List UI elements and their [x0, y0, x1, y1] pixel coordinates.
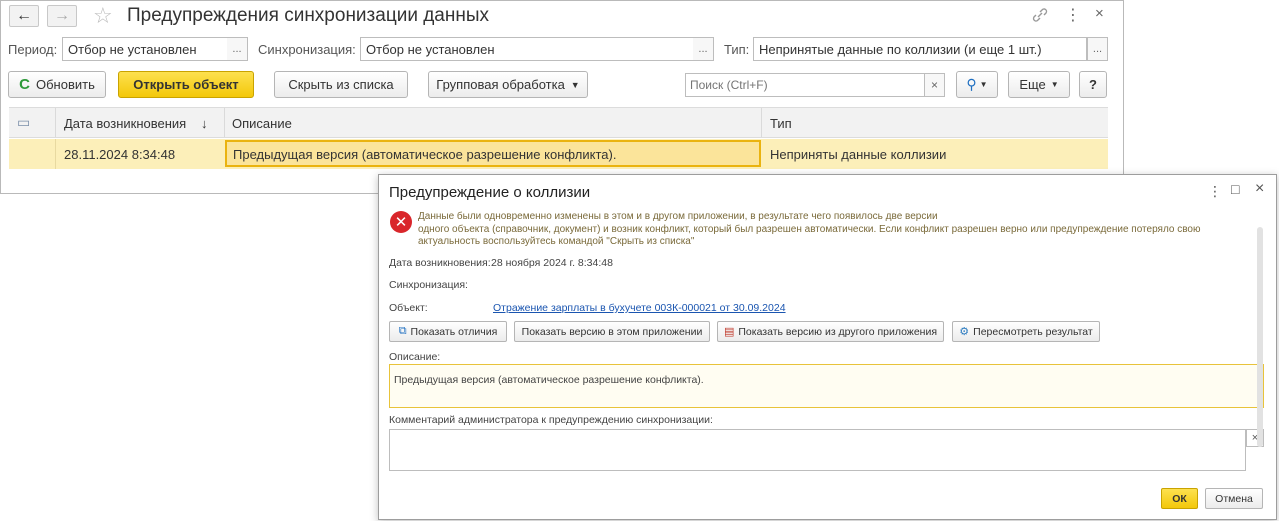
warning-text: Данные были одновременно изменены в этом… [418, 211, 1201, 247]
dialog-title: Предупреждение о коллизии [389, 184, 591, 201]
description-label: Описание: [389, 351, 441, 363]
link-icon[interactable] [1031, 7, 1049, 23]
show-other-version-button[interactable]: ▤ Показать версию из другого приложения [717, 321, 944, 342]
group-processing-button[interactable]: Групповая обработка ▼ [428, 71, 588, 98]
comment-column-icon[interactable]: ▭ [17, 114, 30, 131]
table-row[interactable]: 28.11.2024 8:34:48 Предыдущая версия (ав… [9, 139, 1108, 169]
close-icon[interactable]: × [1255, 180, 1264, 198]
close-icon[interactable]: × [1095, 5, 1104, 22]
type-select-button[interactable]: ... [1087, 37, 1108, 61]
maximize-icon[interactable]: □ [1231, 181, 1239, 197]
arrow-left-icon: ← [16, 7, 32, 24]
date-label: Дата возникновения: [389, 257, 491, 269]
caret-down-icon: ▼ [1050, 80, 1059, 89]
period-field[interactable]: Отбор не установлен [62, 37, 228, 61]
column-header-description[interactable]: Описание [232, 116, 292, 131]
search-options-button[interactable]: ⚲ ▼ [956, 71, 998, 98]
more-vert-icon[interactable]: ⋮ [1065, 5, 1081, 25]
page-title: Предупреждения синхронизации данных [127, 5, 490, 26]
sync-label: Синхронизация: [258, 42, 356, 57]
period-select-button[interactable]: ... [227, 37, 248, 61]
sync-field[interactable]: Отбор не установлен [360, 37, 694, 61]
refresh-button[interactable]: C Обновить [8, 71, 106, 98]
type-field[interactable]: Непринятые данные по коллизии (и еще 1 ш… [753, 37, 1087, 61]
back-button[interactable]: ← [9, 5, 39, 27]
more-button[interactable]: Еще ▼ [1008, 71, 1070, 98]
document-icon: ▤ [723, 326, 735, 338]
period-label: Период: [8, 42, 58, 57]
column-header-date[interactable]: Дата возникновения [64, 116, 186, 131]
scrollbar[interactable] [1257, 227, 1263, 447]
sync-select-button[interactable]: ... [693, 37, 714, 61]
clear-icon: × [930, 78, 938, 92]
ok-button[interactable]: ОК [1161, 488, 1198, 509]
object-link[interactable]: Отражение зарплаты в бухучете 003К-00002… [493, 302, 786, 314]
open-object-button[interactable]: Открыть объект [118, 71, 254, 98]
search-icon: ⚲ [966, 76, 977, 92]
column-header-type[interactable]: Тип [770, 116, 792, 131]
comment-label: Комментарий администратора к предупрежде… [389, 414, 713, 426]
comment-field[interactable] [389, 429, 1246, 471]
caret-down-icon: ▼ [979, 80, 988, 89]
forward-button[interactable]: → [47, 5, 77, 27]
arrow-right-icon: → [54, 7, 70, 24]
table-header: ▭ Дата возникновения ↓ Описание Тип [9, 107, 1108, 138]
review-icon: ⚙ [959, 326, 970, 338]
more-vert-icon[interactable]: ⋮ [1208, 183, 1222, 200]
help-button[interactable]: ? [1079, 71, 1107, 98]
type-label: Тип: [724, 42, 750, 57]
review-result-button[interactable]: ⚙ Пересмотреть результат [952, 321, 1100, 342]
sync-label: Синхронизация: [389, 279, 468, 291]
search-clear-button[interactable]: × [924, 73, 945, 97]
compare-icon: ⧉ [398, 325, 407, 337]
row-date: 28.11.2024 8:34:48 [64, 147, 176, 162]
row-type: Неприняты данные коллизии [770, 147, 947, 162]
error-icon: ✕ [390, 211, 412, 233]
refresh-icon: C [19, 76, 30, 93]
cancel-button[interactable]: Отмена [1205, 488, 1263, 509]
main-window: ← → ☆ Предупреждения синхронизации данны… [0, 0, 1124, 194]
date-value: 28 ноября 2024 г. 8:34:48 [491, 257, 613, 269]
caret-down-icon: ▼ [570, 79, 580, 90]
search-input[interactable] [685, 73, 925, 97]
show-this-version-button[interactable]: Показать версию в этом приложении [514, 321, 710, 342]
sort-desc-icon: ↓ [201, 116, 208, 131]
row-description: Предыдущая версия (автоматическое разреш… [233, 147, 617, 162]
description-field[interactable]: Предыдущая версия (автоматическое разреш… [389, 364, 1264, 408]
show-diff-button[interactable]: ⧉ Показать отличия [389, 321, 507, 342]
object-label: Объект: [389, 302, 428, 314]
hide-from-list-button[interactable]: Скрыть из списка [274, 71, 408, 98]
collision-dialog: Предупреждение о коллизии ⋮ □ × ✕ Данные… [378, 174, 1277, 520]
favorite-star-icon[interactable]: ☆ [93, 3, 113, 29]
row-description-cell[interactable]: Предыдущая версия (автоматическое разреш… [225, 140, 761, 167]
